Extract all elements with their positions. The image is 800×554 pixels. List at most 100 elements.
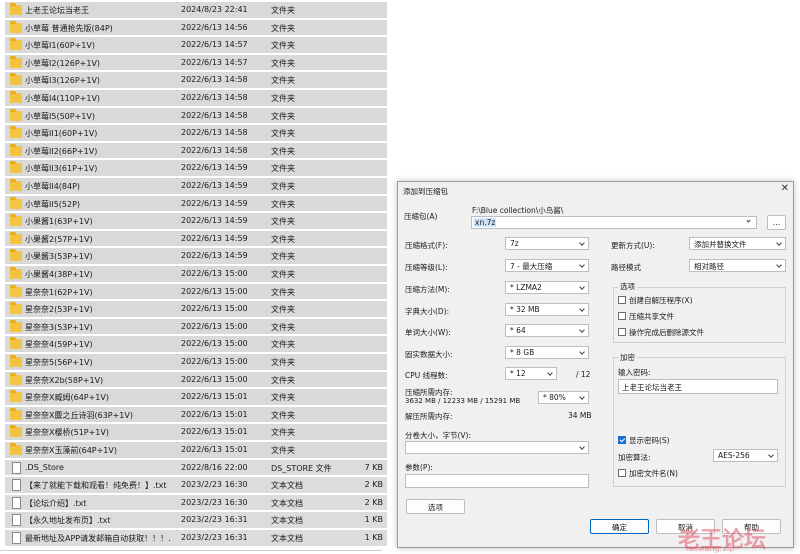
file-row[interactable]: 星奈奈X麋之丘诗羽(63P+1V) 2022/6/13 15:01 文件夹 [5, 406, 387, 424]
format-label: 压缩格式(F): [405, 241, 448, 250]
file-row[interactable]: 小果酱3(53P+1V) 2022/6/13 14:59 文件夹 [5, 248, 387, 265]
file-icon [12, 479, 21, 492]
enc-method-select[interactable]: AES-256 [713, 449, 778, 462]
folder-icon [10, 267, 22, 279]
file-name: 星奈奈X樱桥(51P+1V) [25, 428, 109, 438]
checkbox-icon [618, 328, 626, 336]
file-row[interactable]: 星奈奈X臧姆(64P+1V) 2022/6/13 15:01 文件夹 [5, 389, 387, 406]
file-type: 文本文档 [271, 516, 303, 526]
close-icon[interactable]: ✕ [781, 183, 789, 194]
options-button[interactable]: 选项 [406, 499, 465, 514]
path-mode-select[interactable]: 相对路径 [689, 259, 786, 272]
file-row[interactable]: 星奈奈1(62P+1V) 2022/6/13 15:00 文件夹 [5, 283, 387, 301]
file-name: 星奈奈X2b(58P+1V) [25, 375, 104, 385]
file-row[interactable]: 【论坛介绍】.txt 2023/2/23 16:30 文本文档 2 KB [5, 494, 387, 512]
checkbox-icon [618, 296, 626, 304]
folder-icon [10, 249, 22, 262]
method-select[interactable]: * LZMA2 [505, 281, 589, 294]
sfx-checkbox[interactable]: 创建自解压程序(X) [618, 295, 693, 306]
chevron-down-icon[interactable] [746, 218, 753, 226]
file-row[interactable]: 最新地址及APP请发邮箱自动获取！！！.... 2023/2/23 16:31 文本… [5, 530, 387, 547]
file-date: 2023/2/23 16:31 [181, 515, 248, 525]
file-row[interactable]: 星奈奈5(56P+1V) 2022/6/13 15:00 文件夹 [5, 354, 387, 371]
folder-icon [10, 143, 22, 156]
dict-value: * 32 MB [510, 305, 540, 314]
dict-select[interactable]: * 32 MB [505, 303, 589, 316]
sfx-label: 创建自解压程序(X) [629, 296, 693, 305]
file-row[interactable]: 小草莓II2(66P+1V) 2022/6/13 14:58 文件夹 [5, 142, 387, 160]
file-row[interactable]: 星奈奈3(53P+1V) 2022/6/13 15:00 文件夹 [5, 318, 387, 336]
params-input[interactable] [405, 474, 589, 488]
file-date: 2022/6/13 14:57 [181, 57, 248, 67]
file-type: 文件夹 [271, 234, 295, 244]
file-row[interactable]: 小草莓II3(61P+1V) 2022/6/13 14:59 文件夹 [5, 160, 387, 177]
file-name: 小草莓II1(60P+1V) [25, 129, 98, 139]
file-name: 小草莓I4(110P+1V) [25, 94, 101, 103]
file-row[interactable]: 小果酱4(38P+1V) 2022/6/13 15:00 文件夹 [5, 266, 387, 283]
file-row[interactable]: 星奈奈X樱桥(51P+1V) 2022/6/13 15:01 文件夹 [5, 424, 387, 441]
delete-checkbox[interactable]: 操作完成后删除源文件 [618, 327, 704, 338]
password-input[interactable]: 上老王论坛当老王 [618, 379, 778, 394]
archive-name-input[interactable]: xn.7z [471, 216, 757, 229]
show-password-checkbox[interactable]: 显示密码(S) [618, 435, 670, 446]
word-select[interactable]: * 64 [505, 324, 589, 337]
file-row[interactable]: 星奈奈X2b(58P+1V) 2022/6/13 15:00 文件夹 [5, 371, 387, 389]
file-date: 2022/6/13 15:00 [181, 321, 248, 331]
file-name: 小草莓I5(50P+1V) [25, 111, 95, 121]
encrypt-names-checkbox[interactable]: 加密文件名(N) [618, 468, 678, 479]
format-select[interactable]: 7z [505, 237, 589, 250]
update-select[interactable]: 添加并替换文件 [689, 237, 786, 250]
file-type: 文件夹 [271, 23, 295, 33]
file-name: 小果酱3(53P+1V) [25, 252, 93, 262]
file-row[interactable]: 星奈奈2(53P+1V) 2022/6/13 15:00 文件夹 [5, 301, 387, 318]
file-row[interactable]: 小草莓I3(126P+1V) 2022/6/13 14:58 文件夹 [5, 72, 387, 89]
file-row[interactable]: 上老王论坛当老王 2024/8/23 22:41 文件夹 [5, 2, 387, 19]
file-row[interactable]: 小草莓I1(60P+1V) 2022/6/13 14:57 文件夹 [5, 37, 387, 54]
file-date: 2022/6/13 15:00 [181, 357, 248, 366]
solid-select[interactable]: * 8 GB [505, 346, 589, 359]
file-date: 2022/6/13 14:57 [181, 40, 248, 50]
file-icon [12, 496, 21, 509]
threads-select[interactable]: * 12 [505, 367, 557, 380]
file-size: 7 KB [364, 462, 383, 472]
file-row[interactable]: 星奈奈X玉藻前(64P+1V) 2022/6/13 15:01 文件夹 [5, 442, 387, 459]
file-date: 2022/6/13 14:58 [181, 93, 248, 102]
file-row[interactable]: 小草莓 普通抢先版(84P) 2022/6/13 14:56 文件夹 [5, 19, 387, 37]
file-row[interactable]: 小草莓II5(52P) 2022/6/13 14:59 文件夹 [5, 195, 387, 213]
file-row[interactable]: 【永久地址发布页】.txt 2023/2/23 16:31 文本文档 1 KB [5, 512, 387, 529]
file-icon [12, 514, 21, 527]
file-name: 小草莓II3(61P+1V) [25, 164, 98, 174]
file-date: 2022/6/13 15:00 [181, 339, 248, 349]
file-size: 1 KB [364, 515, 383, 525]
file-name: 最新地址及APP请发邮箱自动获取！！！.... [25, 534, 170, 543]
file-row[interactable]: 小草莓II1(60P+1V) 2022/6/13 14:58 文件夹 [5, 125, 387, 142]
file-row[interactable]: 小果酱1(63P+1V) 2022/6/13 14:59 文件夹 [5, 213, 387, 230]
file-name: 星奈奈4(59P+1V) [25, 340, 93, 350]
file-row[interactable]: 小草莓I5(50P+1V) 2022/6/13 14:58 文件夹 [5, 107, 387, 125]
ok-button[interactable]: 确定 [590, 519, 649, 534]
file-row[interactable]: 小果酱2(57P+1V) 2022/6/13 14:59 文件夹 [5, 230, 387, 248]
file-type: 文件夹 [271, 446, 295, 455]
level-select[interactable]: 7 - 最大压缩 [505, 259, 589, 272]
file-date: 2022/6/13 15:01 [181, 445, 248, 454]
file-row[interactable]: 小草莓I4(110P+1V) 2022/6/13 14:58 文件夹 [5, 90, 387, 107]
split-select[interactable] [405, 441, 589, 454]
browse-button[interactable]: ... [767, 215, 786, 230]
file-row[interactable]: .DS_Store 2022/8/16 22:00 DS_STORE 文件 7 KB [5, 459, 387, 477]
archive-label: 压缩包(A) [404, 212, 438, 221]
file-row[interactable]: 小草莓II4(84P) 2022/6/13 14:59 文件夹 [5, 178, 387, 195]
file-type: 文件夹 [271, 182, 295, 191]
file-row[interactable]: 星奈奈4(59P+1V) 2022/6/13 15:00 文件夹 [5, 336, 387, 353]
file-name: 小草莓II4(84P) [25, 182, 81, 191]
file-name: 星奈奈X麋之丘诗羽(63P+1V) [25, 410, 133, 420]
file-row[interactable]: 小草莓I2(126P+1V) 2022/6/13 14:57 文件夹 [5, 54, 387, 72]
file-type: 文件夹 [271, 58, 295, 68]
file-row[interactable]: 【来了就能下载和观看！纯免费！】.txt 2023/2/23 16:30 文本文档 2… [5, 477, 387, 494]
mem-percent-select[interactable]: * 80% [538, 391, 589, 404]
file-date: 2022/6/13 15:00 [181, 286, 248, 296]
method-label: 压缩方法(M): [405, 285, 450, 294]
file-date: 2022/6/13 15:00 [181, 269, 248, 278]
file-date: 2022/6/13 14:59 [181, 181, 248, 190]
file-type: 文本文档 [271, 534, 303, 543]
shared-checkbox[interactable]: 压缩共享文件 [618, 311, 674, 322]
